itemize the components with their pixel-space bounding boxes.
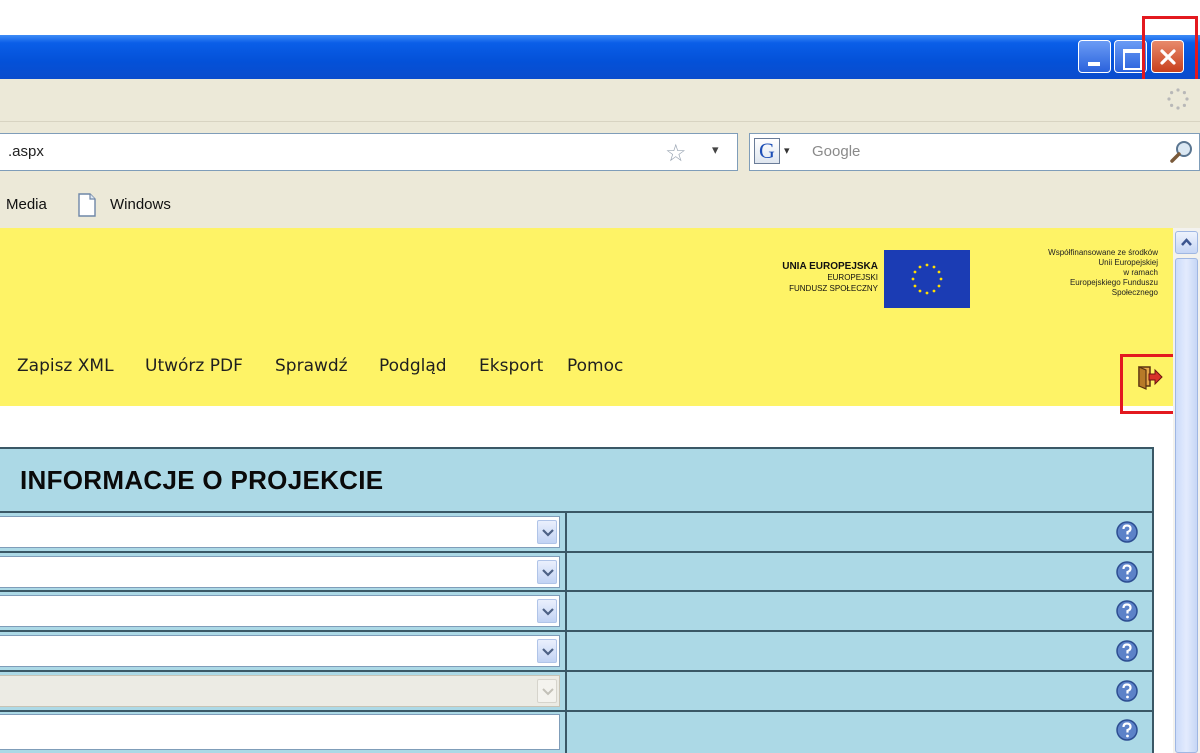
cofinancing-line: w ramach (1123, 268, 1158, 277)
row-divider (0, 551, 1152, 553)
page-header: UNIA EUROPEJSKA EUROPEJSKI FUNDUSZ SPOŁE… (0, 228, 1173, 406)
search-engine-dropdown-icon[interactable]: ▾ (784, 144, 790, 157)
chevron-down-icon (542, 688, 554, 696)
dropdown-button[interactable] (537, 520, 557, 544)
cofinancing-line: Europejskiego Funduszu (1069, 278, 1158, 287)
help-question-icon[interactable] (1114, 519, 1140, 545)
row-divider (0, 630, 1152, 632)
eu-label-line2: EUROPEJSKI (827, 273, 878, 282)
project-info-panel: INFORMACJE O PROJEKCIE (0, 447, 1154, 753)
magnifier-icon[interactable] (1168, 138, 1196, 166)
vertical-scrollbar[interactable] (1173, 228, 1200, 753)
panel-title: INFORMACJE O PROJEKCIE (20, 465, 384, 495)
browser-menu-strip (0, 79, 1200, 122)
select-field-4[interactable] (0, 635, 560, 667)
menu-check[interactable]: Sprawdź (275, 356, 348, 376)
text-field-6[interactable] (0, 714, 560, 750)
row-divider (0, 590, 1152, 592)
menu-save-xml[interactable]: Zapisz XML (17, 356, 114, 376)
help-question-icon[interactable] (1114, 717, 1140, 743)
help-question-icon[interactable] (1114, 598, 1140, 624)
chevron-down-icon (542, 529, 554, 537)
menu-preview[interactable]: Podgląd (379, 356, 447, 376)
cofinancing-line: Unii Europejskiej (1098, 258, 1158, 267)
select-field-2[interactable] (0, 556, 560, 588)
help-question-icon[interactable] (1114, 638, 1140, 664)
dropdown-button[interactable] (537, 560, 557, 584)
row-divider (0, 511, 1152, 513)
eu-label: UNIA EUROPEJSKA EUROPEJSKI FUNDUSZ SPOŁE… (700, 261, 878, 294)
bookmarks-toolbar: Media Windows (0, 184, 1200, 228)
chevron-down-icon (542, 608, 554, 616)
row-divider (0, 710, 1152, 712)
column-divider (565, 513, 567, 753)
dropdown-button[interactable] (537, 639, 557, 663)
help-question-icon[interactable] (1114, 678, 1140, 704)
search-box[interactable]: G ▾ Google (749, 133, 1200, 171)
address-bar[interactable]: .aspx ☆ ▾ (0, 133, 738, 171)
cofinancing-note: Współfinansowane ze środków Unii Europej… (960, 248, 1158, 298)
page-icon (78, 193, 96, 217)
scroll-up-button[interactable] (1175, 231, 1198, 254)
menu-create-pdf[interactable]: Utwórz PDF (145, 356, 243, 376)
window-title-bar (0, 35, 1200, 79)
bookmark-star-icon[interactable]: ☆ (665, 139, 687, 167)
eu-label-line1: UNIA EUROPEJSKA (782, 261, 878, 272)
dropdown-button[interactable] (537, 599, 557, 623)
menu-help[interactable]: Pomoc (567, 356, 623, 376)
row-divider (0, 670, 1152, 672)
address-text[interactable]: .aspx (8, 143, 44, 160)
select-field-3[interactable] (0, 595, 560, 627)
search-placeholder[interactable]: Google (812, 143, 860, 160)
chevron-up-icon (1181, 238, 1192, 246)
bookmark-media[interactable]: Media (6, 196, 47, 213)
eu-label-line3: FUNDUSZ SPOŁECZNY (789, 284, 878, 293)
cofinancing-line: Współfinansowane ze środków (1048, 248, 1158, 257)
bookmark-windows[interactable]: Windows (110, 196, 171, 213)
eu-flag-logo (884, 250, 970, 308)
minimize-button[interactable] (1078, 40, 1111, 73)
scroll-thumb[interactable] (1175, 258, 1198, 753)
menu-export[interactable]: Eksport (479, 356, 543, 376)
search-engine-icon[interactable]: G (754, 138, 780, 164)
cofinancing-line: Społecznego (1111, 288, 1158, 297)
navigation-toolbar: .aspx ☆ ▾ G ▾ Google (0, 122, 1200, 184)
dropdown-button-disabled (537, 679, 557, 703)
chevron-down-icon (542, 569, 554, 577)
chevron-down-icon (542, 648, 554, 656)
loading-throbber-icon (1167, 88, 1189, 110)
history-dropdown-icon[interactable]: ▾ (712, 143, 719, 158)
help-question-icon[interactable] (1114, 559, 1140, 585)
select-field-5-disabled (0, 675, 560, 707)
select-field-1[interactable] (0, 516, 560, 548)
